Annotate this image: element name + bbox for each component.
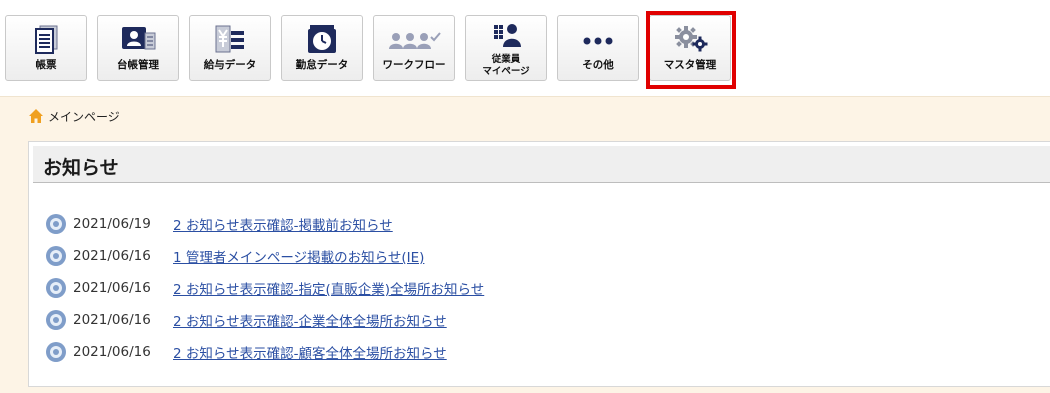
payroll-data-label: 給与データ bbox=[203, 59, 257, 71]
workflow-label: ワークフロー bbox=[382, 59, 446, 71]
news-item: 2021/06/16 2 お知らせ表示確認-顧客全体全場所お知らせ bbox=[45, 336, 484, 368]
news-item: 2021/06/16 2 お知らせ表示確認-指定(直販企業)全場所お知らせ bbox=[45, 272, 484, 304]
master-management-label: マスタ管理 bbox=[663, 59, 717, 71]
news-date: 2021/06/16 bbox=[73, 344, 151, 360]
ledger-management-button[interactable]: 台帳管理 bbox=[97, 15, 179, 81]
other-label: その他 bbox=[582, 59, 614, 71]
gear-bullet-icon bbox=[45, 341, 67, 363]
news-date: 2021/06/16 bbox=[73, 312, 151, 328]
document-stack-icon bbox=[6, 23, 86, 55]
news-panel: お知らせ 2021/06/19 2 お知らせ表示確認-掲載前お知らせ 2021/… bbox=[28, 141, 1050, 387]
breadcrumb-main-page[interactable]: メインページ bbox=[48, 108, 120, 125]
news-date: 2021/06/16 bbox=[73, 280, 151, 296]
gear-bullet-icon bbox=[45, 213, 67, 235]
master-management-button[interactable]: マスタ管理 bbox=[649, 15, 731, 81]
report-button[interactable]: 帳票 bbox=[5, 15, 87, 81]
gear-bullet-icon bbox=[45, 245, 67, 267]
news-link[interactable]: 2 お知らせ表示確認-指定(直販企業)全場所お知らせ bbox=[173, 278, 484, 298]
ledger-management-label: 台帳管理 bbox=[117, 59, 159, 71]
news-item: 2021/06/16 1 管理者メインページ掲載のお知らせ(IE) bbox=[45, 240, 484, 272]
attendance-data-label: 勤怠データ bbox=[295, 59, 349, 71]
gear-bullet-icon bbox=[45, 309, 67, 331]
employee-mypage-label: 従業員 マイページ bbox=[482, 54, 530, 77]
news-list: 2021/06/19 2 お知らせ表示確認-掲載前お知らせ 2021/06/16… bbox=[45, 208, 484, 368]
workflow-button[interactable]: ワークフロー bbox=[373, 15, 455, 81]
payroll-data-icon bbox=[190, 23, 270, 55]
payroll-data-button[interactable]: 給与データ bbox=[189, 15, 271, 81]
news-link[interactable]: 2 お知らせ表示確認-掲載前お知らせ bbox=[173, 214, 393, 234]
news-header: お知らせ bbox=[33, 146, 1050, 183]
content-area: メインページ お知らせ 2021/06/19 2 お知らせ表示確認-掲載前お知ら… bbox=[0, 96, 1050, 393]
news-link[interactable]: 2 お知らせ表示確認-顧客全体全場所お知らせ bbox=[173, 342, 447, 362]
news-link[interactable]: 2 お知らせ表示確認-企業全体全場所お知らせ bbox=[173, 310, 447, 330]
main-toolbar: 帳票 台帳管理 給与データ 勤怠データ ワークフロー 従業員 マイページ その他… bbox=[0, 0, 1050, 96]
news-item: 2021/06/19 2 お知らせ表示確認-掲載前お知らせ bbox=[45, 208, 484, 240]
employee-mypage-button[interactable]: 従業員 マイページ bbox=[465, 15, 547, 81]
home-icon[interactable] bbox=[28, 108, 44, 124]
news-title: お知らせ bbox=[43, 157, 119, 179]
attendance-data-button[interactable]: 勤怠データ bbox=[281, 15, 363, 81]
more-dots-icon bbox=[558, 23, 638, 55]
workflow-people-icon bbox=[374, 23, 454, 55]
news-date: 2021/06/16 bbox=[73, 248, 151, 264]
news-item: 2021/06/16 2 お知らせ表示確認-企業全体全場所お知らせ bbox=[45, 304, 484, 336]
breadcrumb: メインページ bbox=[28, 107, 120, 125]
employee-mypage-icon bbox=[466, 21, 546, 53]
news-date: 2021/06/19 bbox=[73, 216, 151, 232]
gear-bullet-icon bbox=[45, 277, 67, 299]
report-button-label: 帳票 bbox=[35, 59, 57, 71]
employee-ledger-icon bbox=[98, 23, 178, 55]
other-button[interactable]: その他 bbox=[557, 15, 639, 81]
attendance-clock-icon bbox=[282, 23, 362, 55]
gear-icon bbox=[650, 23, 730, 55]
news-link[interactable]: 1 管理者メインページ掲載のお知らせ(IE) bbox=[173, 246, 424, 266]
